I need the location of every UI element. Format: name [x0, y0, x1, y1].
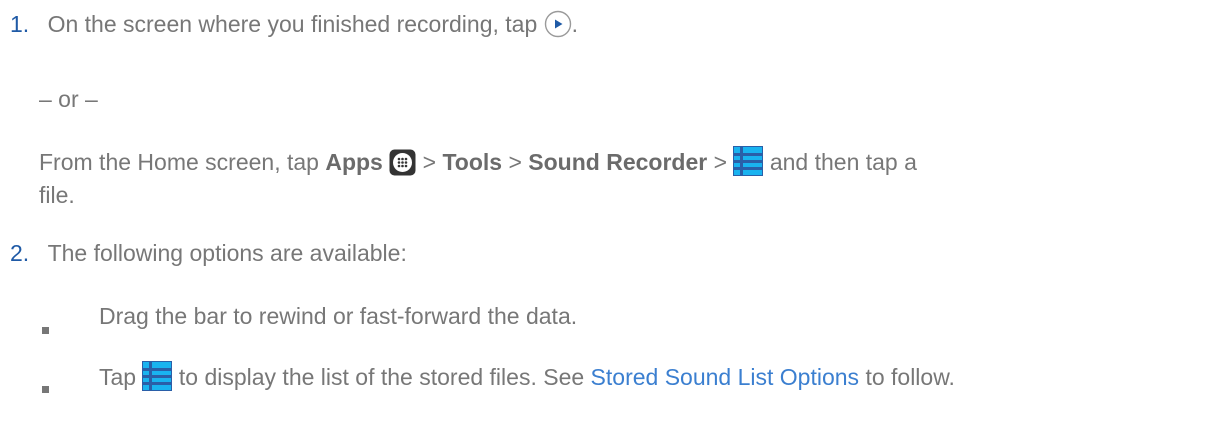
step-text: On the screen where you finished recordi… — [47, 11, 538, 37]
step-number: 2. — [10, 240, 30, 266]
step-number: 1. — [10, 11, 30, 37]
sound-recorder-label: Sound Recorder — [528, 149, 708, 175]
alt-text: From the Home screen, tap — [39, 149, 319, 175]
bullet-text: to display the list of the stored files.… — [178, 364, 585, 390]
separator: > — [422, 149, 437, 175]
separator: > — [713, 149, 728, 175]
stored-sound-list-options-link[interactable]: Stored Sound List Options — [591, 364, 860, 390]
list-icon — [732, 145, 765, 182]
bullet-item: Drag the bar to rewind or fast-forward t… — [99, 303, 578, 329]
play-circle-icon — [544, 10, 572, 44]
separator: > — [508, 149, 522, 175]
list-icon — [141, 360, 174, 397]
step-2: 2. The following options are available: — [10, 239, 407, 267]
or-text: – or – — [39, 86, 98, 112]
alt-instruction: From the Home screen, tap Apps > Tools >… — [39, 145, 917, 182]
bullet-text: Tap — [99, 364, 137, 390]
bullet-text: to follow. — [865, 364, 955, 390]
apps-grid-icon — [389, 149, 416, 182]
period: . — [571, 11, 579, 37]
alt-text-wrap: file. — [39, 182, 75, 208]
step-text: The following options are available: — [47, 240, 407, 266]
alt-text-end: and then tap a — [769, 149, 917, 175]
tools-label: Tools — [442, 149, 503, 175]
bullet-item: Tap to display the list of the stored fi… — [99, 360, 955, 397]
bullet-square — [42, 312, 49, 340]
step-1: 1. On the screen where you finished reco… — [10, 10, 578, 44]
apps-label: Apps — [325, 149, 383, 175]
bullet-square — [42, 371, 49, 399]
